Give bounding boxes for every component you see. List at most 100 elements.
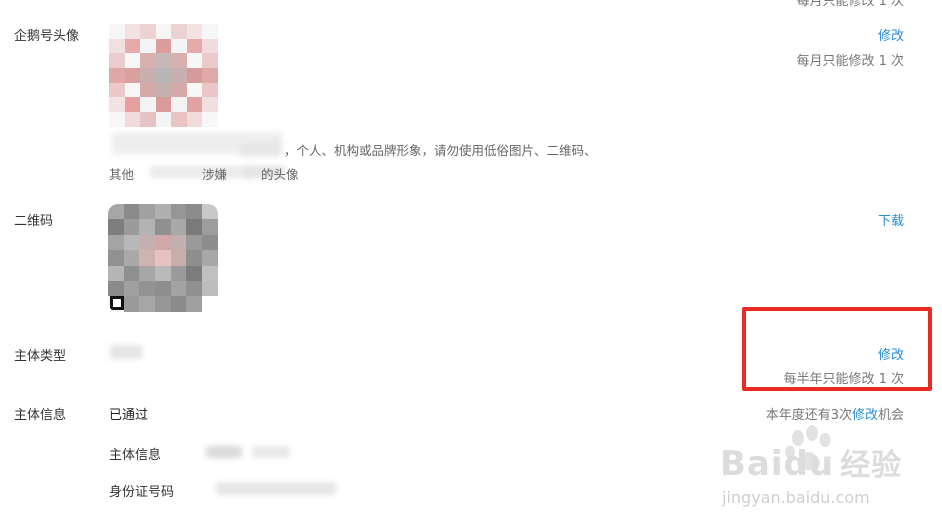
mosaic-tile [140, 97, 156, 113]
mosaic-tile [155, 24, 171, 39]
mosaic-tile [139, 250, 156, 266]
mosaic-tile [155, 38, 171, 54]
sub-field-entity-info-label: 主体信息 [109, 448, 162, 463]
mosaic-tile [202, 280, 218, 297]
mosaic-tile [139, 234, 156, 251]
mosaic-tile [186, 280, 203, 297]
sub-field-entity-info-value-blurred [252, 446, 290, 458]
mosaic-tile [124, 53, 140, 69]
mosaic-tile [123, 219, 140, 235]
avatar-frequency-note: 每月只能修改 1 次 [796, 54, 904, 69]
mosaic-tile [186, 234, 203, 251]
mosaic-tile [186, 219, 203, 235]
mosaic-tile [186, 296, 203, 312]
mosaic-tile [108, 234, 124, 251]
mosaic-tile [108, 265, 124, 281]
mosaic-tile [155, 296, 171, 312]
mosaic-tile [109, 53, 125, 69]
mosaic-tile [170, 204, 187, 220]
mosaic-tile [202, 219, 218, 235]
mosaic-tile [108, 280, 124, 297]
mosaic-tile [186, 68, 202, 83]
mosaic-tile [123, 234, 140, 251]
mosaic-tile [155, 82, 171, 98]
sub-field-id-number-value-blurred [216, 482, 336, 495]
mosaic-tile [155, 97, 171, 113]
entity-type-edit-link[interactable]: 修改 [878, 344, 904, 363]
mosaic-tile [109, 38, 125, 54]
mosaic-tile [202, 24, 218, 39]
watermark-brand-latin: Baidu [720, 444, 835, 484]
mosaic-tile [108, 219, 124, 235]
mosaic-tile [155, 219, 171, 235]
mosaic-tile [202, 97, 218, 113]
mosaic-tile [170, 265, 187, 281]
mosaic-tile [108, 204, 124, 220]
entity-info-label: 主体信息 [14, 408, 67, 423]
mosaic-tile [186, 204, 203, 220]
mosaic-tile [202, 296, 218, 312]
entity-type-frequency-note: 每半年只能修改 1 次 [783, 372, 904, 387]
mosaic-tile [202, 53, 218, 69]
mosaic-tile [155, 204, 171, 220]
mosaic-tile [124, 97, 140, 113]
mosaic-tile [155, 250, 171, 266]
mosaic-tile [155, 280, 171, 297]
mosaic-tile [202, 68, 218, 83]
top-frequency-note: 每月只能修改 1 次 [796, 0, 904, 9]
mosaic-tile [124, 112, 140, 127]
entity-info-edit-link[interactable]: 修改 [852, 408, 878, 423]
entity-type-label: 主体类型 [14, 349, 67, 364]
mosaic-tile [186, 38, 202, 54]
mosaic-tile [186, 24, 202, 39]
mosaic-tile [109, 82, 125, 98]
avatar-hint-line1: ，个人、机构或品牌形象，请勿使用低俗图片、二维码、 [284, 143, 597, 158]
mosaic-tile [155, 68, 171, 83]
mosaic-tile [170, 234, 187, 251]
mosaic-tile [202, 250, 218, 266]
mosaic-tile [170, 280, 187, 297]
mosaic-tile [186, 265, 203, 281]
mosaic-tile [186, 112, 202, 127]
watermark-brand-cn: 经验 [840, 448, 903, 483]
qrcode-label: 二维码 [14, 214, 54, 229]
mosaic-tile [170, 296, 187, 312]
mosaic-tile [124, 82, 140, 98]
avatar-hint-part: 其他 [109, 167, 135, 182]
avatar-hint-part: 涉嫌 [202, 167, 228, 182]
mosaic-tile [202, 82, 218, 98]
watermark-url: jingyan.baidu.com [722, 488, 870, 507]
privacy-blur [240, 142, 280, 156]
mosaic-tile [186, 82, 202, 98]
mosaic-tile [108, 250, 124, 266]
mosaic-tile [140, 82, 156, 98]
mosaic-tile [140, 112, 156, 127]
avatar-image [109, 24, 218, 127]
mosaic-tile [109, 24, 125, 39]
mosaic-tile [139, 280, 156, 297]
mosaic-tile [202, 234, 218, 251]
remaining-prefix: 本年度还有3次 [765, 408, 852, 423]
mosaic-tile [124, 38, 140, 54]
mosaic-tile [139, 204, 156, 220]
mosaic-tile [123, 296, 140, 312]
avatar-hint-part: 的头像 [261, 167, 299, 182]
mosaic-tile [124, 24, 140, 39]
mosaic-tile [139, 296, 156, 312]
mosaic-tile [186, 97, 202, 113]
avatar-edit-link[interactable]: 修改 [878, 25, 904, 44]
mosaic-tile [140, 24, 156, 39]
mosaic-tile [155, 112, 171, 127]
qrcode-download-link[interactable]: 下载 [878, 210, 904, 229]
avatar-label: 企鹅号头像 [14, 29, 80, 44]
mosaic-tile [186, 250, 203, 266]
mosaic-tile [171, 38, 187, 54]
mosaic-tile [155, 265, 171, 281]
mosaic-tile [109, 97, 125, 113]
entity-info-status: 已通过 [109, 408, 149, 423]
mosaic-tile [155, 234, 171, 251]
mosaic-tile [123, 265, 140, 281]
mosaic-tile [123, 204, 140, 220]
mosaic-tile [171, 97, 187, 113]
mosaic-tile [171, 24, 187, 39]
